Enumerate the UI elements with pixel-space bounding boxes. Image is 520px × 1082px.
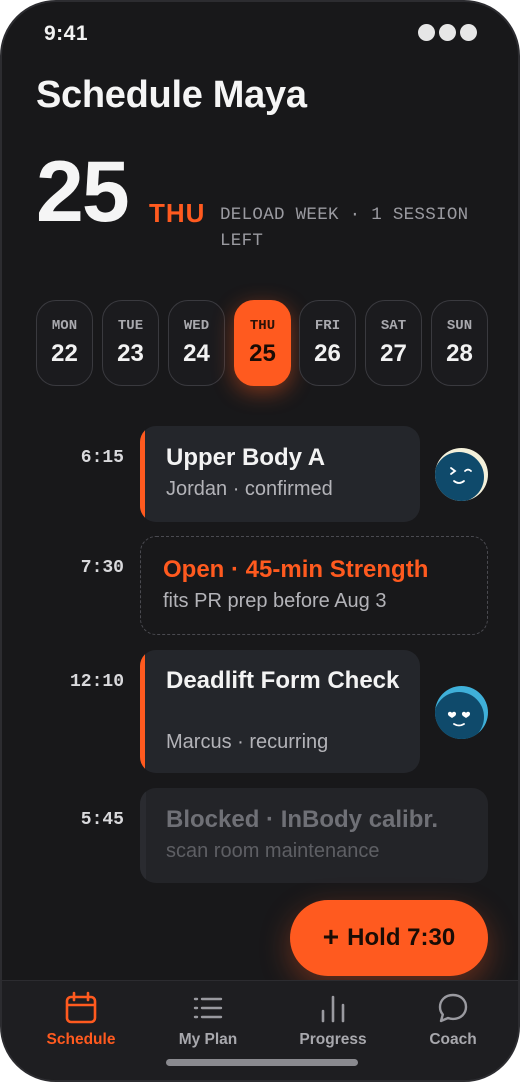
session-accent-bar bbox=[140, 426, 145, 522]
selected-date-number: 25 bbox=[36, 144, 130, 240]
day-sat[interactable]: SAT 27 bbox=[365, 300, 422, 386]
calendar-icon bbox=[65, 991, 97, 1024]
session-subtitle: scan room maintenance bbox=[166, 840, 380, 862]
session-card-upper-body[interactable]: Upper Body A Jordan · confirmed bbox=[140, 426, 420, 522]
home-indicator[interactable] bbox=[166, 1059, 358, 1066]
session-title: Open · 45-min Strength bbox=[163, 556, 429, 583]
tab-coach[interactable]: Coach bbox=[398, 991, 508, 1049]
day-number: 27 bbox=[380, 340, 407, 367]
week-note: DELOAD WEEK · 1 SESSION LEFT bbox=[220, 205, 469, 251]
tab-my-plan[interactable]: My Plan bbox=[153, 991, 263, 1049]
day-number: 26 bbox=[314, 340, 341, 367]
day-number: 25 bbox=[249, 340, 276, 367]
day-number: 24 bbox=[183, 340, 210, 367]
session-subtitle: Marcus · recurring bbox=[166, 731, 329, 753]
session-accent-bar bbox=[140, 788, 146, 883]
day-label: SAT bbox=[380, 318, 407, 334]
day-thu-selected[interactable]: THU 25 bbox=[234, 300, 291, 386]
session-title: Blocked · InBody calibr. bbox=[166, 806, 439, 833]
day-fri[interactable]: FRI 26 bbox=[299, 300, 356, 386]
hold-slot-button[interactable]: + Hold 7:30 bbox=[290, 900, 488, 976]
session-subtitle: fits PR prep before Aug 3 bbox=[163, 590, 387, 612]
client-avatar-marcus[interactable] bbox=[435, 686, 488, 739]
tab-progress[interactable]: Progress bbox=[278, 991, 388, 1049]
tab-label: Schedule bbox=[46, 1031, 116, 1048]
day-sun[interactable]: SUN 28 bbox=[431, 300, 488, 386]
hold-button-label: Hold 7:30 bbox=[347, 924, 456, 951]
day-label: TUE bbox=[117, 318, 144, 334]
session-time: 12:10 bbox=[69, 672, 124, 692]
session-title: Deadlift Form Check bbox=[166, 667, 400, 694]
day-label: SUN bbox=[446, 318, 473, 334]
day-number: 22 bbox=[51, 340, 78, 367]
page-title: Schedule Maya bbox=[36, 74, 307, 116]
day-tue[interactable]: TUE 23 bbox=[102, 300, 159, 386]
day-number: 28 bbox=[446, 340, 473, 367]
day-number: 23 bbox=[117, 340, 144, 367]
more-options-icon[interactable] bbox=[418, 24, 477, 41]
status-time: 9:41 bbox=[44, 22, 89, 45]
day-label: FRI bbox=[314, 318, 341, 334]
session-title: Upper Body A bbox=[166, 444, 326, 471]
session-card-deadlift[interactable]: Deadlift Form Check Marcus · recurring bbox=[140, 650, 420, 773]
session-subtitle: Jordan · confirmed bbox=[166, 478, 333, 500]
tab-label: Coach bbox=[429, 1031, 477, 1048]
tab-label: Progress bbox=[299, 1031, 367, 1048]
day-label: THU bbox=[249, 318, 276, 334]
client-avatar-jordan[interactable] bbox=[435, 448, 488, 501]
session-accent-bar bbox=[140, 650, 145, 773]
session-card-open-slot[interactable]: Open · 45-min Strength fits PR prep befo… bbox=[140, 536, 488, 635]
bottom-tab-bar: Schedule My Plan Progress Coach bbox=[2, 980, 518, 1080]
winking-face-icon bbox=[435, 452, 484, 501]
session-card-blocked[interactable]: Blocked · InBody calibr. scan room maint… bbox=[140, 788, 488, 883]
tab-label: My Plan bbox=[178, 1031, 238, 1048]
day-label: MON bbox=[51, 318, 78, 334]
session-time: 6:15 bbox=[80, 448, 124, 468]
heart-eyes-face-icon bbox=[435, 692, 484, 739]
chat-bubble-icon bbox=[438, 993, 468, 1023]
tab-schedule[interactable]: Schedule bbox=[26, 991, 136, 1049]
day-label: WED bbox=[183, 318, 210, 334]
day-mon[interactable]: MON 22 bbox=[36, 300, 93, 386]
session-time: 7:30 bbox=[80, 558, 124, 578]
bar-chart-icon bbox=[321, 995, 345, 1023]
phone-screen: 9:41 Schedule Maya 25 THU DELOAD WEEK · … bbox=[0, 0, 520, 1082]
list-icon bbox=[193, 997, 223, 1019]
selected-date-weekday: THU bbox=[149, 198, 206, 228]
plus-icon: + bbox=[322, 920, 340, 952]
day-strip: MON 22 TUE 23 WED 24 THU 25 FRI 26 SAT 2… bbox=[36, 300, 488, 386]
day-wed[interactable]: WED 24 bbox=[168, 300, 225, 386]
session-time: 5:45 bbox=[80, 810, 124, 830]
